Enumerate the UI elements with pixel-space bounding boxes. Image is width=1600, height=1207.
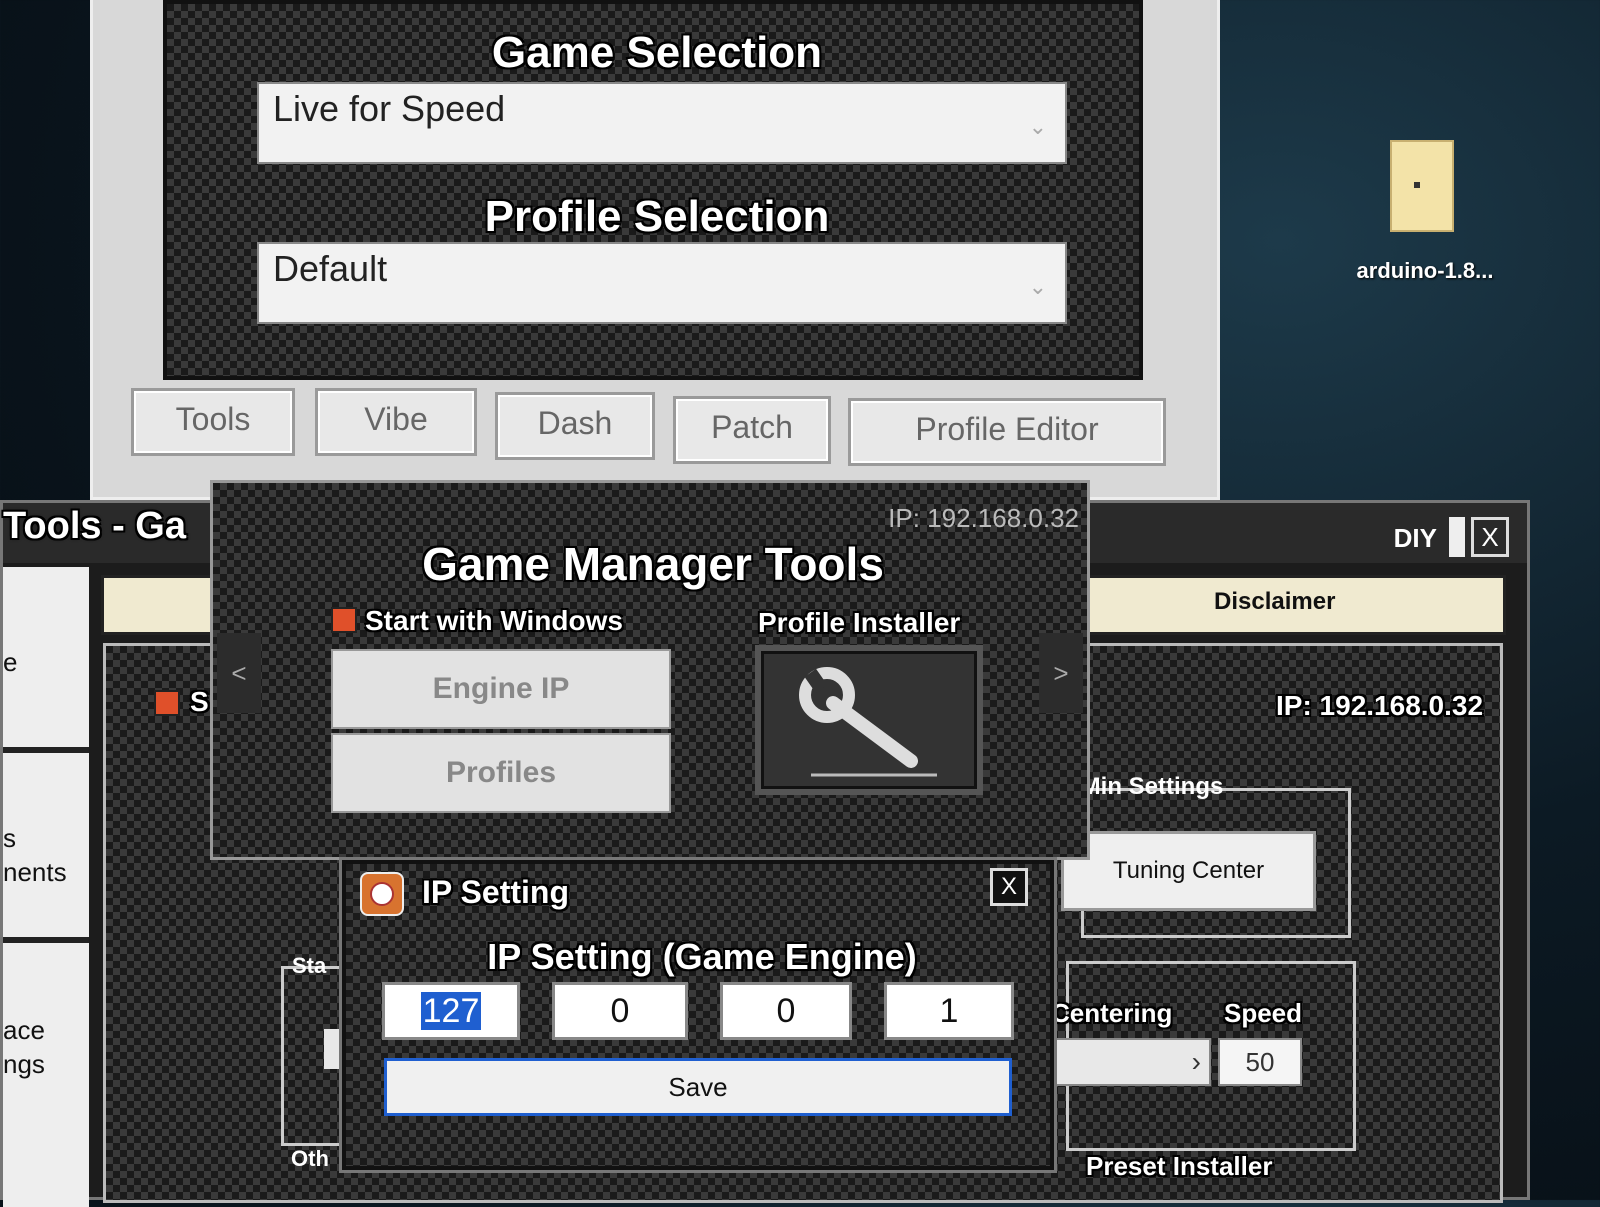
sidebar-item-2[interactable]: s <box>3 823 16 854</box>
profile-selection-heading: Profile Selection <box>484 192 830 241</box>
profile-selection-dropdown[interactable]: Default ⌄ <box>257 242 1067 324</box>
gmt-title: Game Manager Tools <box>422 538 884 590</box>
preset-installer-label: Preset Installer <box>1086 1151 1273 1181</box>
ip-octet-2[interactable]: 0 <box>552 982 688 1040</box>
file-icon <box>1390 140 1454 232</box>
ip-octet-4[interactable]: 1 <box>884 982 1014 1040</box>
start-with-windows-label: Start with Windows <box>365 605 623 636</box>
speed-input[interactable]: 50 <box>1218 1038 1302 1086</box>
diy-label: DIY <box>1393 523 1437 553</box>
desktop-icon-arduino[interactable]: arduino-1.8... <box>1350 140 1500 300</box>
centering-slider[interactable]: › <box>1051 1038 1211 1086</box>
tab-tools[interactable]: Tools <box>131 388 295 456</box>
engine-ip-button[interactable]: Engine IP <box>331 649 671 729</box>
sidebar-item-4[interactable]: ace <box>3 1015 45 1046</box>
sidebar-item-1[interactable]: e <box>3 647 17 678</box>
sidebar-item-5[interactable]: ngs <box>3 1049 45 1080</box>
desktop-icon-label: arduino-1.8... <box>1356 258 1494 283</box>
chevron-down-icon[interactable]: ⌄ <box>1029 274 1047 300</box>
prev-page-button[interactable]: < <box>217 633 261 713</box>
profile-installer-button[interactable] <box>755 645 983 795</box>
settings-group-label: /Min Settings <box>1074 773 1224 800</box>
ip-octet-3[interactable]: 0 <box>720 982 852 1040</box>
minimize-button[interactable] <box>1449 517 1465 557</box>
ip-save-button[interactable]: Save <box>384 1058 1012 1116</box>
game-manager-tools-window: IP: 192.168.0.32 Game Manager Tools Star… <box>210 480 1090 860</box>
gmt-ip-label: IP: 192.168.0.32 <box>888 503 1079 533</box>
chevron-down-icon[interactable]: ⌄ <box>1029 114 1047 140</box>
tab-vibe[interactable]: Vibe <box>315 388 477 456</box>
other-group-label: Oth <box>291 1146 329 1171</box>
tab-patch[interactable]: Patch <box>673 396 831 464</box>
centering-label: Centering <box>1051 998 1173 1028</box>
ip-octet-1-value: 127 <box>420 992 482 1030</box>
profile-selection-value: Default <box>273 248 388 289</box>
background-window-title: Tools - Ga <box>3 505 186 547</box>
ip-setting-heading: IP Setting (Game Engine) <box>487 936 917 977</box>
ip-setting-close-button[interactable]: X <box>990 868 1028 906</box>
game-selection-value: Live for Speed <box>273 88 506 129</box>
s-label: S <box>190 686 209 717</box>
slider-right-arrow[interactable]: › <box>1192 1046 1201 1078</box>
s-checkbox[interactable] <box>154 690 180 716</box>
wrench-icon <box>799 667 937 777</box>
game-selection-dropdown[interactable]: Live for Speed ⌄ <box>257 82 1067 164</box>
back-ip-label: IP: 192.168.0.32 <box>1276 690 1484 721</box>
game-selection-heading: Game Selection <box>491 28 823 77</box>
ip-setting-title: IP Setting <box>422 874 569 910</box>
next-page-button[interactable]: > <box>1039 633 1083 713</box>
sidebar-item-3[interactable]: nents <box>3 857 67 888</box>
tab-disclaimer[interactable]: Disclaimer <box>1214 588 1335 616</box>
tuning-center-button[interactable]: Tuning Center <box>1061 831 1316 911</box>
selection-window: Game Selection Live for Speed ⌄ Profile … <box>90 0 1220 500</box>
profiles-button[interactable]: Profiles <box>331 733 671 813</box>
ip-setting-app-icon <box>360 872 404 916</box>
tab-dash[interactable]: Dash <box>495 392 655 460</box>
profile-installer-label: Profile Installer <box>758 607 961 638</box>
speed-label: Speed <box>1224 998 1303 1028</box>
tab-profile-editor[interactable]: Profile Editor <box>848 398 1166 466</box>
selection-panel: Game Selection Live for Speed ⌄ Profile … <box>163 0 1143 380</box>
left-sidebar: e s nents ace ngs <box>3 567 89 1207</box>
start-group-label: Sta <box>292 953 327 978</box>
close-button[interactable]: X <box>1471 517 1509 557</box>
ip-octet-1[interactable]: 127 <box>382 982 520 1040</box>
start-with-windows-checkbox[interactable] <box>331 607 357 633</box>
